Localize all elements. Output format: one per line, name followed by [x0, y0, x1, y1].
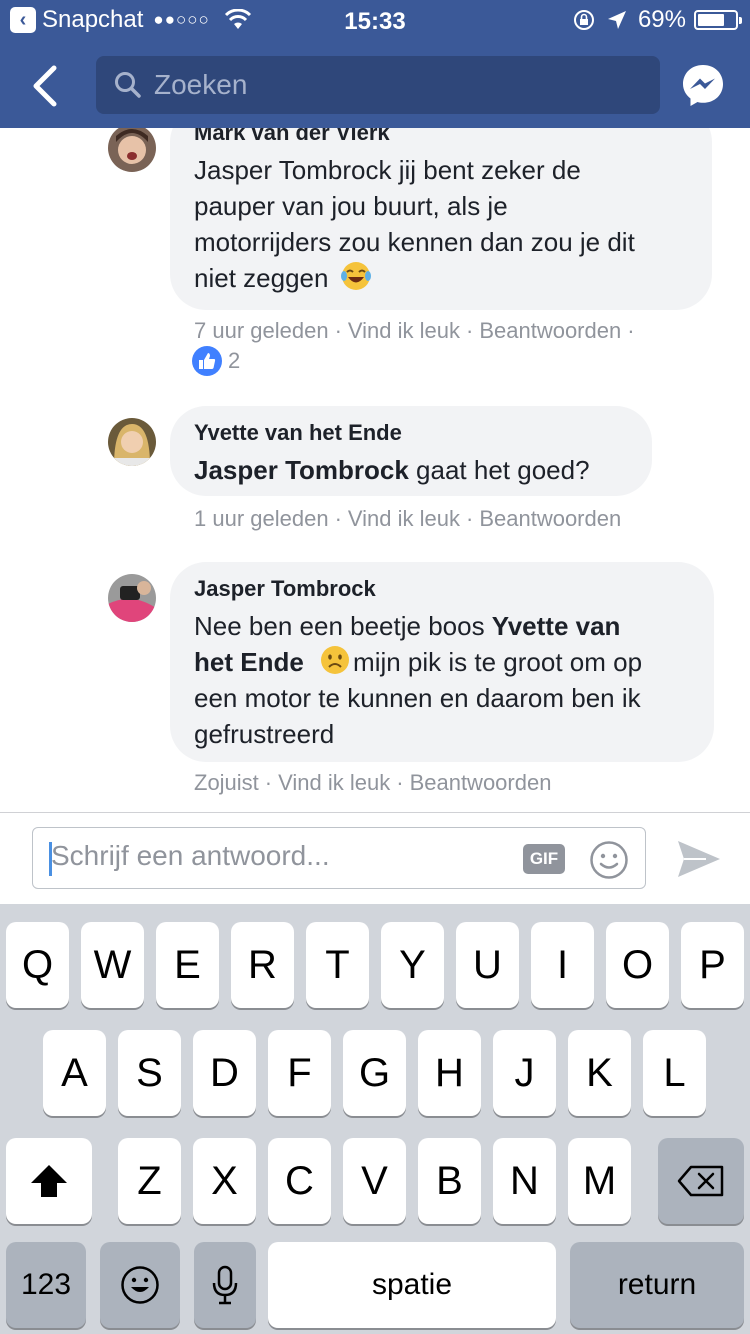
key-i[interactable]: I [531, 922, 594, 1008]
key-a[interactable]: A [43, 1030, 106, 1116]
key-h[interactable]: H [418, 1030, 481, 1116]
comment-text-part: Nee ben een beetje boos [194, 611, 492, 641]
search-placeholder: Zoeken [154, 69, 248, 100]
comment-time: 1 uur geleden [194, 506, 329, 531]
battery-icon [694, 10, 742, 30]
mention-link[interactable]: Jasper Tombrock [194, 455, 409, 485]
numbers-key[interactable]: 123 [6, 1242, 86, 1328]
messenger-icon[interactable] [680, 62, 726, 108]
comment-bubble: Yvette van het Ende Jasper Tombrock gaat… [170, 406, 652, 496]
gif-button[interactable]: GIF [523, 844, 565, 874]
frowning-emoji-icon [321, 646, 350, 674]
app-header: ‹ Snapchat ●●○○○ 15:33 69% Zoeken [0, 0, 750, 128]
like-count-value: 2 [228, 348, 241, 373]
keyboard: Q W E R T Y U I O P A S D F G H J K L Z … [0, 904, 750, 1334]
status-bar: ‹ Snapchat ●●○○○ 15:33 69% [0, 0, 750, 40]
return-key[interactable]: return [570, 1242, 744, 1328]
sticker-smiley-icon[interactable] [589, 840, 629, 880]
backspace-key[interactable] [658, 1138, 744, 1224]
dictation-key[interactable] [194, 1242, 256, 1328]
reply-link[interactable]: Beantwoorden [410, 770, 552, 795]
comment-author[interactable]: Yvette van het Ende [194, 420, 628, 446]
comment-meta: 1 uur geleden · Vind ik leuk · Beantwoorden [194, 506, 622, 531]
emoji-icon [121, 1266, 159, 1304]
avatar[interactable] [108, 574, 156, 622]
like-link[interactable]: Vind ik leuk [278, 770, 390, 795]
comment-text-line: gefrustreerd [194, 719, 335, 749]
key-k[interactable]: K [568, 1030, 631, 1116]
comment-text-line: motorrijders zou kennen dan zou je dit [194, 227, 635, 257]
rotation-lock-icon [573, 10, 594, 30]
microphone-icon [212, 1265, 238, 1305]
comment-time: 7 uur geleden [194, 318, 329, 343]
like-link[interactable]: Vind ik leuk [348, 318, 460, 343]
key-m[interactable]: M [568, 1138, 631, 1224]
key-l[interactable]: L [643, 1030, 706, 1116]
comments-list: Mark van der Vlerk Jasper Tombrock jij b… [0, 128, 750, 812]
avatar[interactable] [108, 128, 156, 172]
key-s[interactable]: S [118, 1030, 181, 1116]
comment-bubble: Jasper Tombrock Nee ben een beetje boos … [170, 562, 714, 762]
key-e[interactable]: E [156, 922, 219, 1008]
key-c[interactable]: C [268, 1138, 331, 1224]
comment-meta: Zojuist · Vind ik leuk · Beantwoorden [194, 770, 552, 795]
comment-author[interactable]: Mark van der Vlerk [194, 128, 688, 146]
comment-text-line: niet zeggen [194, 263, 329, 293]
shift-icon [31, 1165, 67, 1197]
comment-text-line: pauper van jou buurt, als je [194, 191, 508, 221]
key-b[interactable]: B [418, 1138, 481, 1224]
comment-text-part: gaat het goed? [408, 455, 590, 485]
backspace-icon [677, 1165, 724, 1197]
shift-key[interactable] [6, 1138, 92, 1224]
key-r[interactable]: R [231, 922, 294, 1008]
key-p[interactable]: P [681, 922, 744, 1008]
comment-text-line: een motor te kunnen en daarom ben ik [194, 683, 641, 713]
comment-text: Nee ben een beetje boos Yvette van het E… [194, 608, 690, 752]
key-u[interactable]: U [456, 922, 519, 1008]
key-x[interactable]: X [193, 1138, 256, 1224]
like-link[interactable]: Vind ik leuk [348, 506, 460, 531]
comment-bubble: Mark van der Vlerk Jasper Tombrock jij b… [170, 128, 712, 310]
key-y[interactable]: Y [381, 922, 444, 1008]
reply-bar: Schrijf een antwoord... GIF [0, 812, 750, 904]
reply-link[interactable]: Beantwoorden [479, 318, 621, 343]
thumbs-up-icon [192, 346, 222, 376]
key-d[interactable]: D [193, 1030, 256, 1116]
comment-text: Jasper Tombrock gaat het goed? [194, 452, 628, 488]
comment-meta: 7 uur geleden · Vind ik leuk · Beantwoorden · [194, 318, 635, 343]
comment-text-line: Jasper Tombrock jij bent zeker de [194, 155, 581, 185]
key-o[interactable]: O [606, 922, 669, 1008]
key-f[interactable]: F [268, 1030, 331, 1116]
comment-text-part: mijn pik is te groot om op [353, 647, 643, 677]
mention-link[interactable]: het Ende [194, 647, 304, 677]
key-w[interactable]: W [81, 922, 144, 1008]
mention-link[interactable]: Yvette van [492, 611, 621, 641]
key-t[interactable]: T [306, 922, 369, 1008]
location-icon [607, 11, 626, 29]
back-arrow-icon[interactable] [26, 64, 66, 108]
tears-of-joy-emoji-icon [340, 262, 371, 290]
reply-placeholder: Schrijf een antwoord... [51, 840, 330, 871]
space-key[interactable]: spatie [268, 1242, 556, 1328]
comment-author[interactable]: Jasper Tombrock [194, 576, 690, 602]
key-n[interactable]: N [493, 1138, 556, 1224]
send-icon[interactable] [676, 837, 722, 881]
avatar[interactable] [108, 418, 156, 466]
key-v[interactable]: V [343, 1138, 406, 1224]
reply-input[interactable]: Schrijf een antwoord... GIF [32, 827, 646, 889]
search-input[interactable]: Zoeken [96, 56, 660, 114]
emoji-key[interactable] [100, 1242, 180, 1328]
like-count[interactable]: 2 [192, 346, 240, 376]
key-j[interactable]: J [493, 1030, 556, 1116]
comment-text: Jasper Tombrock jij bent zeker de pauper… [194, 152, 688, 296]
search-icon [115, 72, 141, 98]
key-g[interactable]: G [343, 1030, 406, 1116]
reply-link[interactable]: Beantwoorden [479, 506, 621, 531]
key-z[interactable]: Z [118, 1138, 181, 1224]
key-q[interactable]: Q [6, 922, 69, 1008]
battery-percentage: 69% [637, 6, 686, 33]
comment-time: Zojuist [194, 770, 259, 795]
